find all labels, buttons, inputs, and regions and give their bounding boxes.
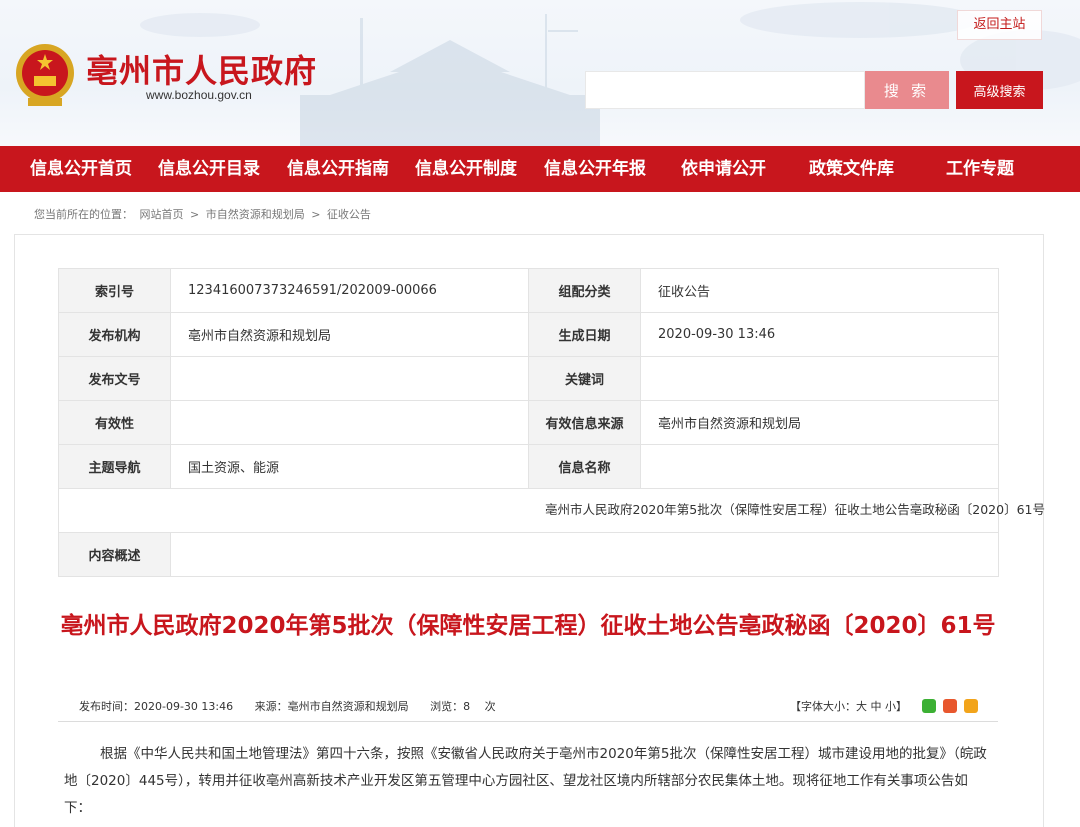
category-value: 征收公告	[640, 268, 999, 313]
infoname-placeholder	[640, 444, 999, 489]
breadcrumb: 您当前所在的位置： 网站首页 > 市自然资源和规划局 > 征收公告	[34, 206, 374, 222]
table-row: 内容概述	[58, 532, 999, 577]
divider	[58, 721, 998, 722]
share-buttons	[922, 698, 980, 713]
article-source: 来源：亳州市自然资源和规划局	[254, 700, 409, 713]
table-row: 发布文号 关键词	[58, 356, 999, 401]
nav-item-annual-report[interactable]: 信息公开年报	[544, 146, 646, 192]
date-label: 生成日期	[528, 312, 641, 357]
topic-label: 主题导航	[58, 444, 171, 489]
source-label: 有效信息来源	[528, 400, 641, 445]
search-input[interactable]	[585, 71, 865, 109]
article-meta: 发布时间：2020-09-30 13:46 来源：亳州市自然资源和规划局 浏览：…	[79, 698, 514, 714]
source-value: 亳州市自然资源和规划局	[640, 400, 999, 445]
font-size-switcher[interactable]: 【字体大小：大 中 小】	[790, 698, 907, 714]
table-row: 索引号 123416007373246591/202009-00066 组配分类…	[58, 268, 999, 313]
site-url: www.bozhou.gov.cn	[146, 88, 252, 102]
date-value: 2020-09-30 13:46	[640, 312, 999, 357]
national-emblem-icon	[16, 44, 74, 106]
validity-value	[170, 400, 529, 445]
favorite-share-icon[interactable]	[964, 699, 979, 713]
site-header: 返回主站 亳州市人民政府 www.bozhou.gov.cn 搜 索 高级搜索	[0, 0, 1080, 146]
validity-label: 有效性	[58, 400, 171, 445]
wechat-share-icon[interactable]	[922, 699, 936, 713]
breadcrumb-separator: >	[311, 208, 321, 221]
keywords-value	[640, 356, 999, 401]
category-label: 组配分类	[528, 268, 641, 313]
nav-item-topics[interactable]: 工作专题	[946, 146, 1014, 192]
breadcrumb-item-home[interactable]: 网站首页	[140, 208, 184, 221]
advanced-search-button[interactable]: 高级搜索	[956, 71, 1043, 109]
infoname-spacer	[58, 488, 529, 533]
index-value: 123416007373246591/202009-00066	[170, 268, 529, 313]
article-body: 根据《中华人民共和国土地管理法》第四十六条，按照《安徽省人民政府关于亳州市202…	[64, 746, 987, 816]
publish-time: 发布时间：2020-09-30 13:46	[79, 700, 234, 713]
search-button[interactable]: 搜 索	[865, 71, 949, 109]
docno-label: 发布文号	[58, 356, 171, 401]
docno-value	[170, 356, 529, 401]
weibo-share-icon[interactable]	[943, 699, 958, 713]
nav-item-system[interactable]: 信息公开制度	[415, 146, 517, 192]
keywords-label: 关键词	[528, 356, 641, 401]
summary-label: 内容概述	[58, 532, 171, 577]
site-title[interactable]: 亳州市人民政府	[86, 46, 317, 92]
infoname-value: 亳州市人民政府2020年第5批次（保障性安居工程）征收土地公告亳政秘函〔2020…	[545, 502, 1045, 517]
table-row: 主题导航 国土资源、能源 信息名称	[58, 444, 999, 489]
view-count: 浏览：8 次	[430, 700, 496, 713]
breadcrumb-separator: >	[190, 208, 200, 221]
summary-value	[170, 532, 999, 577]
nav-item-policy[interactable]: 政策文件库	[809, 146, 894, 192]
index-label: 索引号	[58, 268, 171, 313]
home-site-link[interactable]: 返回主站	[957, 10, 1042, 40]
breadcrumb-item-current[interactable]: 征收公告	[327, 208, 371, 221]
table-row: 发布机构 亳州市自然资源和规划局 生成日期 2020-09-30 13:46	[58, 312, 999, 357]
topic-value: 国土资源、能源	[170, 444, 529, 489]
nav-item-request[interactable]: 依申请公开	[681, 146, 766, 192]
breadcrumb-prefix: 您当前所在的位置：	[34, 208, 133, 221]
breadcrumb-item-bureau[interactable]: 市自然资源和规划局	[206, 208, 305, 221]
table-row: 有效性 有效信息来源 亳州市自然资源和规划局	[58, 400, 999, 445]
nav-item-catalog[interactable]: 信息公开目录	[158, 146, 260, 192]
article-title: 亳州市人民政府2020年第5批次（保障性安居工程）征收土地公告亳政秘函〔2020…	[60, 613, 996, 639]
publisher-label: 发布机构	[58, 312, 171, 357]
infoname-label: 信息名称	[528, 444, 641, 489]
main-nav: 信息公开首页 信息公开目录 信息公开指南 信息公开制度 信息公开年报 依申请公开…	[0, 146, 1080, 192]
publisher-value: 亳州市自然资源和规划局	[170, 312, 529, 357]
nav-item-home[interactable]: 信息公开首页	[30, 146, 132, 192]
nav-item-guide[interactable]: 信息公开指南	[287, 146, 389, 192]
